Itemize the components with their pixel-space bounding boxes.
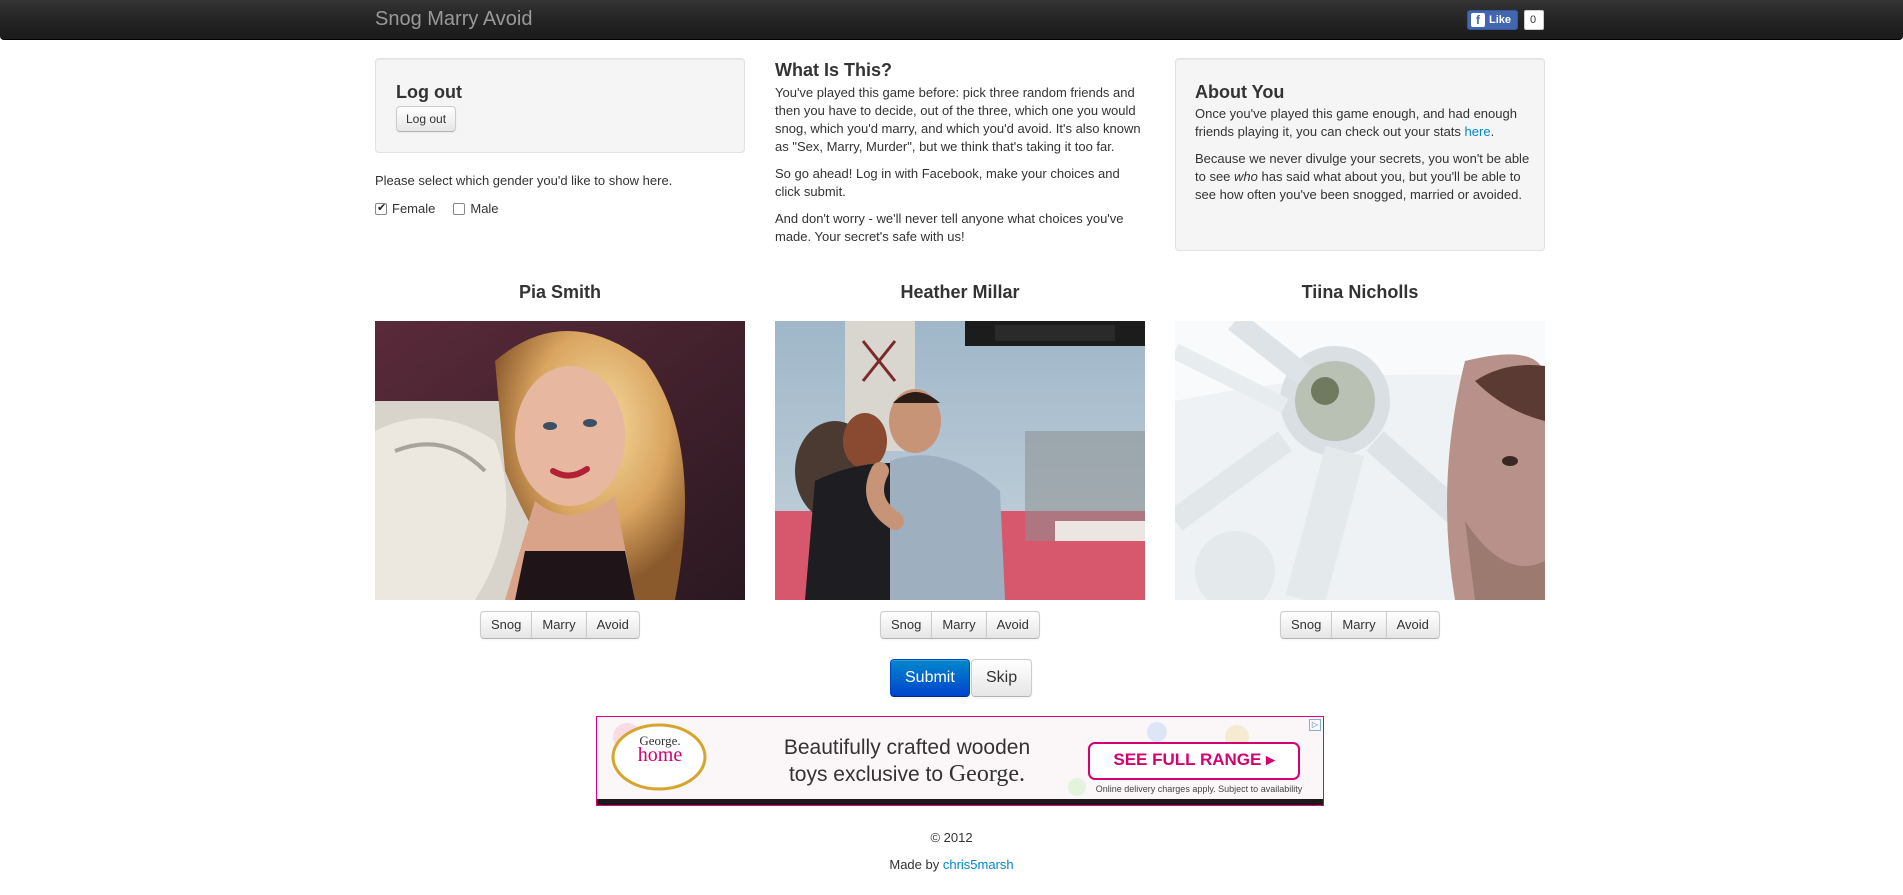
what-is-this-paragraph-3: And don't worry - we'll never tell anyon… (775, 211, 1124, 244)
gender-prompt: Please select which gender you'd like to… (375, 173, 673, 188)
ad-headline-line-2: toys exclusive to George. (737, 761, 1077, 788)
george-home-logo: George. home (619, 734, 701, 766)
friend-name: Pia Smith (518, 282, 602, 302)
friend-photo-image (775, 321, 1145, 600)
about-you-p1-end: . (1490, 124, 1495, 139)
male-checkbox[interactable] (453, 202, 466, 215)
about-you-panel: About You Once you've played this game e… (1175, 58, 1545, 251)
snog-button[interactable]: Snog (1280, 611, 1333, 639)
footer-credit: Made by chris5marsh (0, 857, 1903, 872)
footer-copyright: © 2012 (930, 830, 973, 845)
about-you-p2-emphasis: who (1234, 169, 1258, 184)
about-you-paragraph-2: Because we never divulge your secrets, y… (1195, 150, 1535, 204)
facebook-like-count: 0 (1524, 10, 1545, 30)
marry-button[interactable]: Marry (1331, 611, 1387, 639)
facebook-like-button[interactable]: f Like (1467, 10, 1519, 30)
friend-photo[interactable] (375, 321, 745, 600)
about-you-title: About You (1195, 82, 1285, 102)
ad-headline-brand: George. (948, 761, 1026, 787)
logo-bottom-text: home (637, 744, 683, 766)
logout-button[interactable]: Log out (396, 106, 457, 132)
gender-options: Female Male (375, 201, 499, 216)
avoid-button[interactable]: Avoid (585, 611, 640, 639)
what-is-this-paragraph-1: You've played this game before: pick thr… (775, 85, 1141, 154)
author-link[interactable]: chris5marsh (943, 857, 1014, 872)
ad-disclaimer: Online delivery charges apply. Subject t… (1095, 784, 1303, 794)
friend-photo[interactable] (1175, 321, 1545, 600)
footer-credit-text: Made by (889, 857, 943, 872)
top-navbar: Snog Marry Avoid f Like 0 (0, 0, 1903, 40)
friend-photo-image (375, 321, 745, 600)
facebook-icon: f (1471, 13, 1485, 27)
choice-button-group: Snog Marry Avoid (480, 611, 640, 639)
female-checkbox[interactable] (375, 201, 387, 215)
choice-button-group: Snog Marry Avoid (1280, 611, 1440, 639)
submit-button[interactable]: Submit (890, 659, 970, 697)
what-is-this-paragraph-2: So go ahead! Log in with Facebook, make … (775, 166, 1120, 199)
avoid-button[interactable]: Avoid (1385, 611, 1440, 639)
avoid-button[interactable]: Avoid (985, 611, 1040, 639)
ad-banner[interactable]: George. home Beautifully crafted wooden … (596, 716, 1324, 806)
female-label[interactable]: Female (392, 201, 435, 216)
choice-button-group: Snog Marry Avoid (880, 611, 1040, 639)
login-panel-title: Log out (396, 82, 462, 102)
stats-link[interactable]: here (1465, 124, 1491, 139)
snog-button[interactable]: Snog (880, 611, 933, 639)
friend-name: Tiina Nicholls (1301, 282, 1419, 302)
friend-photo[interactable] (775, 321, 1145, 600)
friend-name: Heather Millar (900, 282, 1020, 302)
marry-button[interactable]: Marry (931, 611, 987, 639)
login-panel: Log out Log out (375, 58, 745, 153)
ad-headline-line-1: Beautifully crafted wooden (783, 736, 1031, 759)
skip-button[interactable]: Skip (971, 659, 1033, 697)
facebook-like-widget: f Like 0 (1467, 10, 1545, 30)
about-you-paragraph-1: Once you've played this game enough, and… (1195, 105, 1535, 141)
snog-button[interactable]: Snog (480, 611, 533, 639)
adchoices-icon[interactable]: ▷ (1309, 719, 1321, 731)
site-brand[interactable]: Snog Marry Avoid (375, 8, 533, 31)
ad-headline: Beautifully crafted wooden toys exclusiv… (737, 735, 1077, 788)
friend-photo-image (1175, 321, 1545, 600)
marry-button[interactable]: Marry (531, 611, 587, 639)
see-full-range-button[interactable]: SEE FULL RANGE ▸ (1089, 750, 1299, 770)
male-label[interactable]: Male (470, 201, 498, 216)
facebook-like-label: Like (1489, 14, 1512, 26)
ad-headline-line-2-prefix: toys exclusive to (788, 763, 949, 786)
what-is-this-title: What Is This? (775, 60, 892, 80)
